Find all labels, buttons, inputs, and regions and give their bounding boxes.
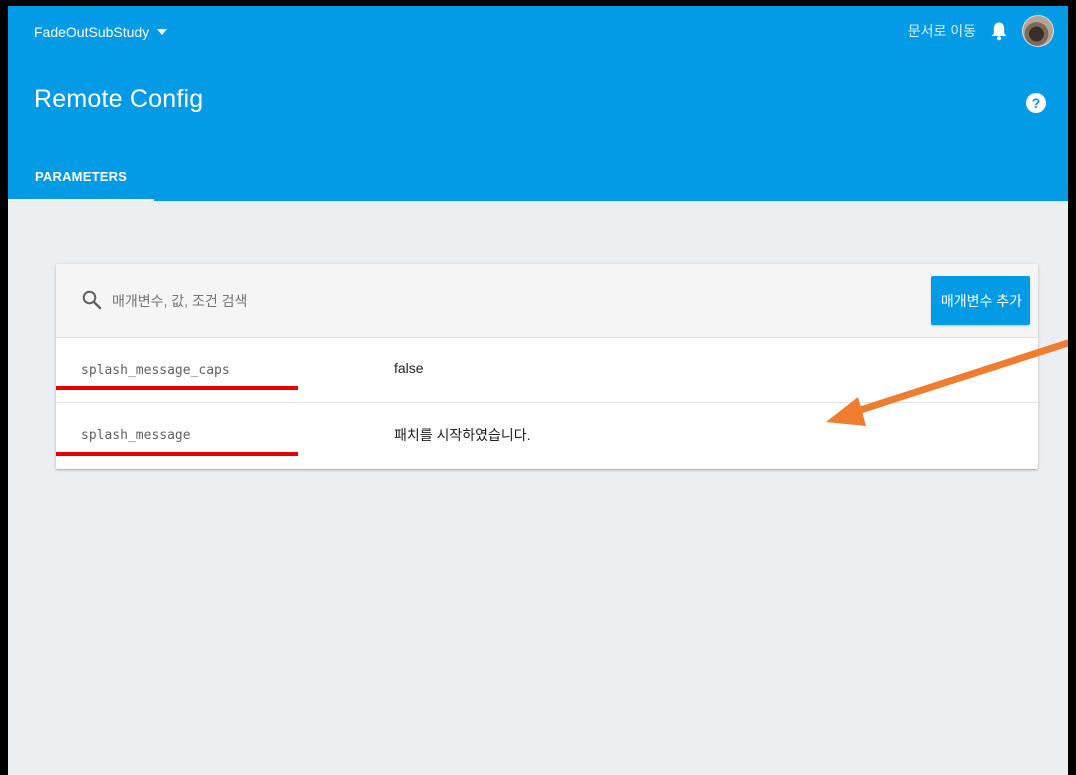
docs-link[interactable]: 문서로 이동: [908, 21, 976, 41]
app-header: FadeOutSubStudy 문서로 이동 Remote Config ? P…: [8, 6, 1068, 201]
tab-parameters[interactable]: PARAMETERS: [8, 151, 154, 201]
header-actions: 문서로 이동: [908, 15, 1054, 47]
parameter-row[interactable]: splash_message 패치를 시작하였습니다.: [56, 403, 1038, 468]
project-switcher[interactable]: FadeOutSubStudy: [34, 24, 168, 40]
help-icon[interactable]: ?: [1026, 93, 1046, 113]
active-tab-indicator: [8, 199, 154, 201]
parameter-value: 패치를 시작하였습니다.: [394, 427, 531, 443]
page-title: Remote Config: [34, 85, 204, 113]
card-toolbar: 매개변수 추가: [56, 264, 1038, 338]
parameters-card: 매개변수 추가 splash_message_caps false splash…: [56, 264, 1038, 469]
parameter-key: splash_message: [81, 428, 191, 443]
parameter-row[interactable]: splash_message_caps false: [56, 338, 1038, 403]
caret-down-icon: [157, 29, 168, 35]
project-name: FadeOutSubStudy: [34, 24, 150, 40]
console-frame: FadeOutSubStudy 문서로 이동 Remote Config ? P…: [8, 6, 1068, 775]
search-icon: [82, 290, 102, 310]
tab-label: PARAMETERS: [35, 168, 128, 184]
search-input[interactable]: [112, 288, 612, 314]
parameter-value: false: [394, 360, 424, 376]
red-underline-annotation: [56, 452, 298, 456]
parameter-key: splash_message_caps: [81, 363, 230, 378]
red-underline-annotation: [56, 386, 298, 390]
add-parameter-button[interactable]: 매개변수 추가: [930, 276, 1030, 325]
bell-icon[interactable]: [990, 21, 1008, 41]
avatar[interactable]: [1022, 15, 1054, 47]
